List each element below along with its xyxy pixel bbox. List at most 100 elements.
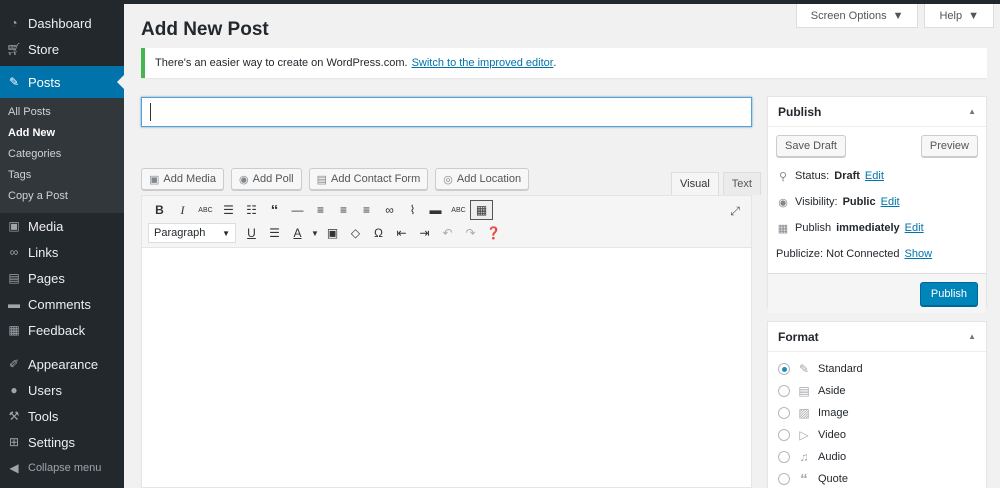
collapse-arrow-icon[interactable]: ▲: [968, 107, 976, 116]
media-icon: ▣: [149, 173, 160, 186]
posts-submenu: All Posts Add New Categories Tags Copy a…: [0, 98, 124, 213]
horizontal-line-icon[interactable]: —: [286, 200, 309, 220]
tab-visual[interactable]: Visual: [671, 172, 719, 195]
publish-value: immediately: [836, 222, 900, 234]
submenu-add-new[interactable]: Add New: [0, 123, 124, 144]
indent-icon[interactable]: ⇥: [413, 223, 436, 243]
sidebar-item-label: Pages: [28, 270, 65, 286]
editor-tabs: Visual Text: [671, 172, 761, 195]
format-box-title: Format: [778, 329, 819, 344]
format-box-header[interactable]: Format ▲: [768, 322, 986, 352]
publicize-row: Publicize: Not Connected Show: [776, 241, 978, 267]
bold-button[interactable]: B: [148, 200, 171, 220]
format-option-standard[interactable]: ✎ Standard: [778, 358, 976, 380]
post-title-input[interactable]: [141, 97, 752, 127]
edit-status-link[interactable]: Edit: [865, 170, 884, 182]
feedback-icon: ▦: [8, 323, 20, 337]
sidebar-item-store[interactable]: 🛒︎ Store: [0, 36, 124, 62]
radio-button[interactable]: [778, 407, 790, 419]
preview-button[interactable]: Preview: [920, 135, 978, 157]
align-right-icon[interactable]: ≡: [355, 200, 378, 220]
publish-button[interactable]: Publish: [919, 281, 978, 306]
undo-icon[interactable]: ↶: [436, 223, 459, 243]
switch-editor-link[interactable]: Switch to the improved editor: [412, 57, 554, 69]
remove-link-icon[interactable]: ⌇: [401, 200, 424, 220]
toolbar-toggle-icon[interactable]: ▦: [470, 200, 493, 220]
blockquote-icon[interactable]: “: [263, 200, 286, 220]
sidebar-item-feedback[interactable]: ▦ Feedback: [0, 317, 124, 343]
radio-button[interactable]: [778, 429, 790, 441]
align-center-icon[interactable]: ≡: [332, 200, 355, 220]
format-option-video[interactable]: ▷ Video: [778, 424, 976, 446]
radio-button[interactable]: [778, 451, 790, 463]
tab-text[interactable]: Text: [722, 172, 761, 195]
special-character-icon[interactable]: Ω: [367, 223, 390, 243]
sidebar-item-links[interactable]: ∞ Links: [0, 239, 124, 265]
format-options: ✎ Standard ▤ Aside ▨ Image ▷ Video ♫ Aud…: [768, 352, 986, 488]
italic-button[interactable]: I: [171, 200, 194, 220]
paste-as-text-icon[interactable]: ▣: [321, 223, 344, 243]
publish-box-header[interactable]: Publish ▲: [768, 97, 986, 127]
format-option-quote[interactable]: “ Quote: [778, 468, 976, 488]
sidebar-item-settings[interactable]: ⊞ Settings: [0, 429, 124, 455]
text-color-icon[interactable]: A: [286, 223, 309, 243]
chevron-down-icon: ▼: [222, 228, 230, 238]
sidebar-item-dashboard[interactable]: ◔ Dashboard: [0, 10, 124, 36]
submenu-all-posts[interactable]: All Posts: [0, 102, 124, 123]
format-option-label: Image: [818, 407, 849, 419]
outdent-icon[interactable]: ⇤: [390, 223, 413, 243]
text-color-dropdown-icon[interactable]: ▼: [309, 223, 321, 243]
add-contact-form-button[interactable]: ▤ Add Contact Form: [308, 168, 429, 190]
insert-link-icon[interactable]: ∞: [378, 200, 401, 220]
justify-icon[interactable]: ☰: [263, 223, 286, 243]
save-draft-button[interactable]: Save Draft: [776, 135, 846, 157]
sidebar-item-media[interactable]: ▣ Media: [0, 213, 124, 239]
sidebar-item-appearance[interactable]: ✐ Appearance: [0, 351, 124, 377]
format-box: Format ▲ ✎ Standard ▤ Aside ▨ Image ▷ Vi…: [767, 321, 987, 488]
format-select[interactable]: Paragraph ▼: [148, 223, 236, 243]
publicize-show-link[interactable]: Show: [905, 248, 933, 260]
collapse-arrow-icon[interactable]: ▲: [968, 332, 976, 341]
quote-icon: “: [800, 470, 808, 488]
underline-button[interactable]: U: [240, 223, 263, 243]
sidebar-item-posts[interactable]: ✎ Posts: [0, 66, 124, 98]
radio-button[interactable]: [778, 385, 790, 397]
format-option-image[interactable]: ▨ Image: [778, 402, 976, 424]
numbered-list-icon[interactable]: ☷: [240, 200, 263, 220]
help-button[interactable]: Help ▼: [924, 4, 994, 28]
submenu-categories[interactable]: Categories: [0, 144, 124, 165]
align-left-icon[interactable]: ≡: [309, 200, 332, 220]
add-media-button[interactable]: ▣ Add Media: [141, 168, 224, 190]
read-more-icon[interactable]: ▬: [424, 200, 447, 220]
format-option-aside[interactable]: ▤ Aside: [778, 380, 976, 402]
submenu-tags[interactable]: Tags: [0, 165, 124, 186]
aside-icon: ▤: [798, 384, 810, 398]
radio-button[interactable]: [778, 363, 790, 375]
publish-label: Publish: [795, 222, 832, 234]
add-location-button[interactable]: ◎ Add Location: [435, 168, 530, 190]
sidebar-item-users[interactable]: ● Users: [0, 377, 124, 403]
post-content-editor[interactable]: [141, 247, 752, 488]
edit-schedule-link[interactable]: Edit: [905, 222, 924, 234]
edit-visibility-link[interactable]: Edit: [881, 196, 900, 208]
format-option-audio[interactable]: ♫ Audio: [778, 446, 976, 468]
publish-box-title: Publish: [778, 104, 822, 119]
help-icon[interactable]: ❓: [482, 223, 505, 243]
submenu-copy-a-post[interactable]: Copy a Post: [0, 186, 124, 207]
spellcheck-icon[interactable]: ABC: [447, 200, 470, 220]
schedule-row: ▦ Publish immediately Edit: [776, 215, 978, 241]
radio-button[interactable]: [778, 473, 790, 485]
collapse-menu-button[interactable]: ◀ Collapse menu: [0, 455, 124, 481]
redo-icon[interactable]: ↷: [459, 223, 482, 243]
bulleted-list-icon[interactable]: ☰: [217, 200, 240, 220]
screen-options-button[interactable]: Screen Options ▼: [795, 4, 919, 28]
sidebar-item-pages[interactable]: ▤ Pages: [0, 265, 124, 291]
sidebar-item-comments[interactable]: ▬ Comments: [0, 291, 124, 317]
add-poll-button[interactable]: ◉ Add Poll: [231, 168, 302, 190]
clear-formatting-icon[interactable]: ◇: [344, 223, 367, 243]
toolbar-row-2: Paragraph ▼ U ☰ A ▼ ▣ ◇ Ω ⇤ ⇥ ↶ ↷ ❓: [148, 223, 505, 243]
fullscreen-icon[interactable]: ⤢: [725, 202, 745, 220]
strikethrough-button[interactable]: ABC: [194, 200, 217, 220]
sidebar-item-tools[interactable]: ⚒ Tools: [0, 403, 124, 429]
pushpin-icon: ✎: [8, 75, 20, 89]
